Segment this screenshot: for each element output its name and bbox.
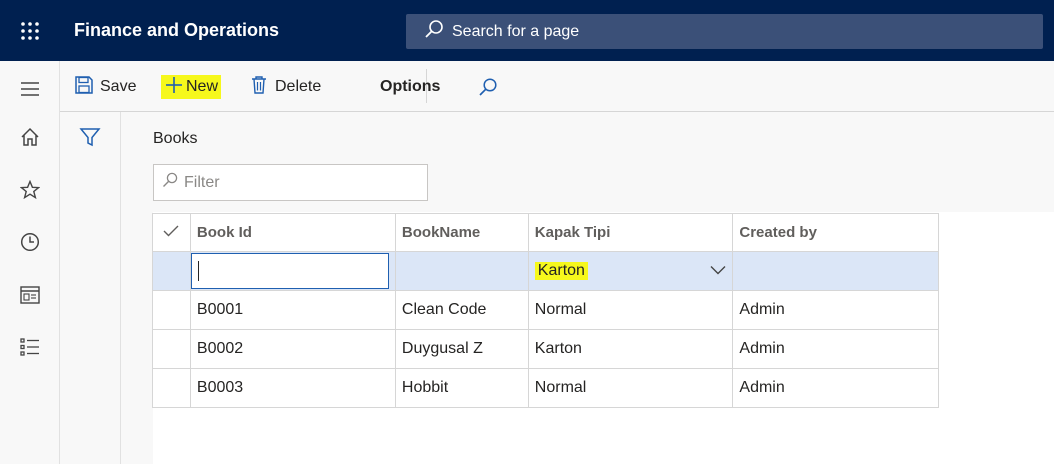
workspace-icon[interactable] [0,280,60,310]
created-by-cell: Admin [732,290,939,330]
kapak-tipi-value: Karton [534,262,588,280]
delete-label: Delete [275,78,322,95]
new-button[interactable]: New [161,75,222,100]
book-id-cell[interactable]: B0003 [189,368,396,408]
action-pane: Save New Delete Options [60,61,1054,112]
book-name-cell[interactable]: Hobbit [394,368,529,408]
trash-icon [249,75,269,100]
app-title[interactable]: Finance and Operations [74,20,279,41]
plus-icon [164,75,184,100]
filter-pane [60,112,121,464]
created-by-cell: Admin [732,368,939,408]
row-select-cell[interactable] [152,251,191,291]
created-by-cell [732,251,939,291]
book-id-cell[interactable] [189,251,396,291]
save-button[interactable]: Save [74,75,136,99]
column-header-book-name[interactable]: BookName [394,213,529,252]
chevron-down-icon[interactable] [710,262,726,280]
save-icon [74,75,94,100]
books-grid: Book Id BookName Kapak Tipi Created by K… [152,213,939,408]
table-row-new[interactable]: Karton [152,251,939,291]
book-id-input[interactable] [191,253,389,289]
row-select-cell[interactable] [152,329,191,369]
search-icon [424,19,444,44]
action-search-icon[interactable] [478,75,498,99]
book-name-cell[interactable] [394,251,529,291]
app-launcher-icon[interactable] [0,0,60,61]
grid-filter-box[interactable] [153,164,428,201]
page-search-box[interactable]: Search for a page [406,14,1043,49]
page-caption: Books [153,130,198,147]
text-caret [197,261,199,281]
navigation-pane [0,61,60,464]
book-name-cell[interactable]: Duygusal Z [394,329,529,369]
home-icon[interactable] [0,122,60,152]
column-header-book-id[interactable]: Book Id [189,213,396,252]
column-header-kapak-tipi[interactable]: Kapak Tipi [527,213,734,252]
kapak-tipi-cell[interactable]: Normal [527,368,734,408]
select-all-checkbox[interactable] [152,213,191,252]
book-name-cell[interactable]: Clean Code [394,290,529,330]
filter-icon[interactable] [79,126,101,153]
table-row[interactable]: B0002 Duygusal Z Karton Admin [152,329,939,369]
column-header-created-by[interactable]: Created by [732,213,939,252]
clock-icon[interactable] [0,227,60,257]
new-label: New [186,78,219,95]
menu-icon[interactable] [0,74,60,104]
created-by-cell: Admin [732,329,939,369]
book-id-cell[interactable]: B0002 [189,329,396,369]
kapak-tipi-cell[interactable]: Karton [527,329,734,369]
search-placeholder: Search for a page [452,22,580,40]
kapak-tipi-cell[interactable]: Normal [527,290,734,330]
checkmark-icon [163,224,179,241]
table-row[interactable]: B0001 Clean Code Normal Admin [152,290,939,330]
row-select-cell[interactable] [152,290,191,330]
top-bar: Finance and Operations Search for a page [0,0,1054,61]
kapak-tipi-dropdown[interactable]: Karton [527,251,734,291]
grid-header-row: Book Id BookName Kapak Tipi Created by [152,213,939,252]
book-id-cell[interactable]: B0001 [189,290,396,330]
grid-filter-input[interactable] [184,173,404,192]
list-icon[interactable] [0,332,60,362]
options-tab[interactable]: Options [380,75,440,99]
table-row[interactable]: B0003 Hobbit Normal Admin [152,368,939,408]
filter-search-icon [162,172,178,193]
row-select-cell[interactable] [152,368,191,408]
star-icon[interactable] [0,175,60,205]
delete-button[interactable]: Delete [249,75,321,99]
save-label: Save [100,78,137,95]
